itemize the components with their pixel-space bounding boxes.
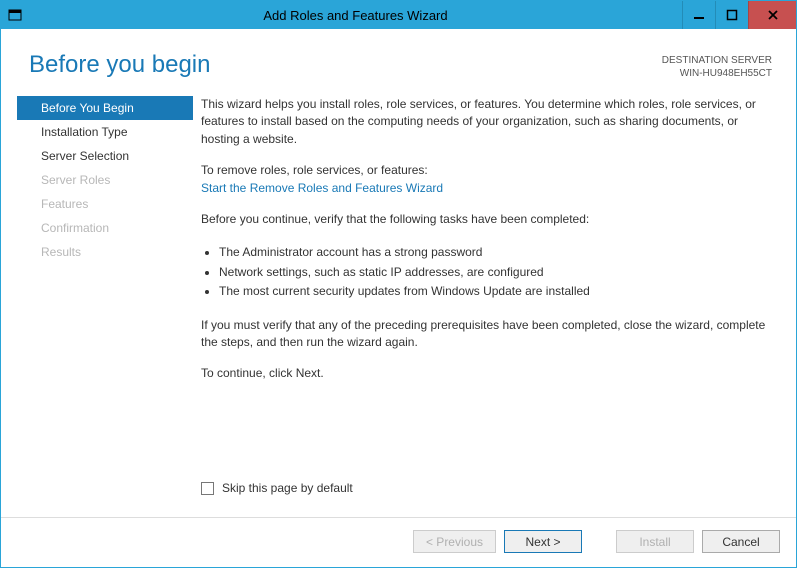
- cancel-button[interactable]: Cancel: [702, 530, 780, 553]
- close-note: If you must verify that any of the prece…: [201, 317, 772, 352]
- nav-before-you-begin[interactable]: Before You Begin: [17, 96, 193, 120]
- install-button: Install: [616, 530, 694, 553]
- nav-results: Results: [17, 240, 193, 264]
- page-title: Before you begin: [29, 51, 210, 79]
- remove-wizard-link[interactable]: Start the Remove Roles and Features Wiza…: [201, 181, 443, 195]
- nav-server-roles: Server Roles: [17, 168, 193, 192]
- nav-installation-type[interactable]: Installation Type: [17, 120, 193, 144]
- remove-lead: To remove roles, role services, or featu…: [201, 162, 772, 179]
- skip-row: Skip this page by default: [201, 472, 772, 517]
- destination-server-value: WIN-HU948EH55CT: [662, 68, 772, 81]
- maximize-button[interactable]: [715, 1, 748, 29]
- footer: < Previous Next > Install Cancel: [1, 518, 796, 567]
- skip-label: Skip this page by default: [222, 480, 353, 497]
- skip-checkbox[interactable]: [201, 482, 214, 495]
- prereq-item: Network settings, such as static IP addr…: [219, 264, 772, 281]
- window-title: Add Roles and Features Wizard: [29, 1, 682, 29]
- header-row: Before you begin DESTINATION SERVER WIN-…: [1, 29, 796, 88]
- destination-server-label: DESTINATION SERVER: [662, 55, 772, 68]
- middle-row: Before You Begin Installation Type Serve…: [1, 88, 796, 517]
- destination-server-block: DESTINATION SERVER WIN-HU948EH55CT: [662, 51, 772, 80]
- titlebar: Add Roles and Features Wizard: [1, 1, 796, 29]
- prereq-item: The most current security updates from W…: [219, 283, 772, 300]
- intro-text: This wizard helps you install roles, rol…: [201, 96, 772, 148]
- wizard-body: Before you begin DESTINATION SERVER WIN-…: [1, 29, 796, 567]
- close-button[interactable]: [748, 1, 796, 29]
- prereq-list: The Administrator account has a strong p…: [201, 242, 772, 302]
- nav-features: Features: [17, 192, 193, 216]
- footer-spacer: [590, 530, 608, 553]
- window-controls: [682, 1, 796, 29]
- nav-server-selection[interactable]: Server Selection: [17, 144, 193, 168]
- wizard-window: Add Roles and Features Wizard Before you…: [0, 0, 797, 568]
- continue-note: To continue, click Next.: [201, 365, 772, 382]
- prereq-item: The Administrator account has a strong p…: [219, 244, 772, 261]
- app-icon: [1, 1, 29, 29]
- previous-button: < Previous: [413, 530, 496, 553]
- minimize-button[interactable]: [682, 1, 715, 29]
- nav-confirmation: Confirmation: [17, 216, 193, 240]
- next-button[interactable]: Next >: [504, 530, 582, 553]
- content-area: This wizard helps you install roles, rol…: [193, 96, 772, 517]
- verify-lead: Before you continue, verify that the fol…: [201, 211, 772, 228]
- step-nav: Before You Begin Installation Type Serve…: [17, 96, 193, 517]
